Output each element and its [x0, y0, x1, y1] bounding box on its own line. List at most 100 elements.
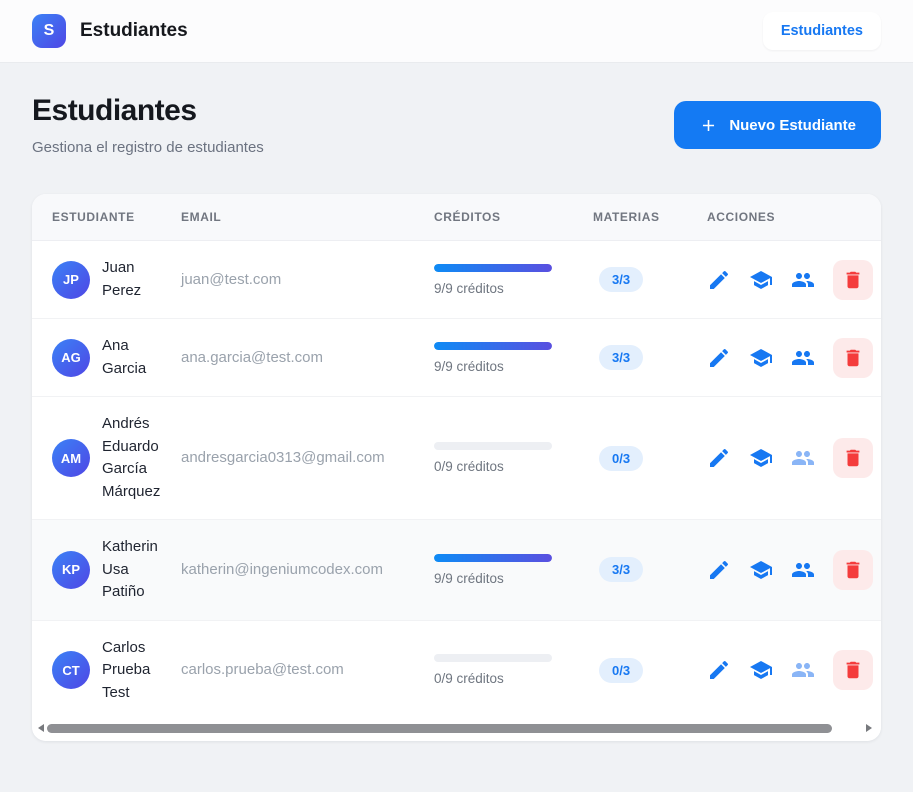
- actions-cell: [699, 260, 873, 300]
- credits-cell: 9/9 créditos: [434, 554, 593, 586]
- email-cell: ana.garcia@test.com: [181, 349, 434, 367]
- credits-label: 0/9 créditos: [434, 671, 593, 686]
- trash-icon: [842, 447, 864, 469]
- subjects-cell: 3/3: [593, 267, 699, 292]
- subjects-button[interactable]: [749, 346, 773, 370]
- delete-button[interactable]: [833, 650, 873, 690]
- actions-cell: [699, 650, 873, 690]
- graduation-cap-icon: [749, 558, 773, 582]
- credits-cell: 9/9 créditos: [434, 342, 593, 374]
- scrollbar-right-arrow-icon[interactable]: [866, 724, 872, 732]
- subjects-button[interactable]: [749, 268, 773, 292]
- student-cell: KP Katherin Usa Patiño: [32, 536, 181, 604]
- subjects-cell: 0/3: [593, 446, 699, 471]
- student-email: carlos.prueba@test.com: [181, 661, 344, 678]
- edit-button[interactable]: [707, 268, 731, 292]
- credits-label: 9/9 créditos: [434, 359, 593, 374]
- group-button[interactable]: [791, 346, 815, 370]
- credits-progress-fill: [434, 554, 552, 562]
- subjects-cell: 0/3: [593, 658, 699, 683]
- credits-progress-bar: [434, 554, 552, 562]
- avatar: AM: [52, 439, 90, 477]
- credits-progress-fill: [434, 342, 552, 350]
- subjects-badge: 3/3: [599, 557, 643, 582]
- subjects-cell: 3/3: [593, 557, 699, 582]
- group-button[interactable]: [791, 446, 815, 470]
- credits-progress-bar: [434, 654, 552, 662]
- new-student-button-label: Nuevo Estudiante: [729, 117, 856, 134]
- credits-label: 9/9 créditos: [434, 571, 593, 586]
- delete-button[interactable]: [833, 338, 873, 378]
- trash-icon: [842, 269, 864, 291]
- table-header-row: ESTUDIANTE EMAIL CRÉDITOS MATERIAS ACCIO…: [32, 194, 881, 241]
- credits-cell: 9/9 créditos: [434, 264, 593, 296]
- graduation-cap-icon: [749, 658, 773, 682]
- table-row: AG Ana Garcia ana.garcia@test.com 9/9 cr…: [32, 318, 881, 396]
- graduation-cap-icon: [749, 268, 773, 292]
- new-student-button[interactable]: Nuevo Estudiante: [674, 101, 881, 149]
- credits-progress-bar: [434, 342, 552, 350]
- page-title: Estudiantes: [32, 94, 264, 128]
- students-table-card: ESTUDIANTE EMAIL CRÉDITOS MATERIAS ACCIO…: [32, 194, 881, 741]
- credits-progress-bar: [434, 442, 552, 450]
- scrollbar-left-arrow-icon[interactable]: [38, 724, 44, 732]
- actions-cell: [699, 438, 873, 478]
- page-header: Estudiantes Gestiona el registro de estu…: [32, 94, 881, 156]
- edit-button[interactable]: [707, 658, 731, 682]
- horizontal-scrollbar[interactable]: [32, 720, 881, 741]
- table-row: AM Andrés Eduardo García Márquez andresg…: [32, 396, 881, 519]
- subjects-button[interactable]: [749, 558, 773, 582]
- subjects-badge: 3/3: [599, 345, 643, 370]
- student-cell: AM Andrés Eduardo García Márquez: [32, 413, 181, 503]
- student-name: Andrés Eduardo García Márquez: [102, 413, 174, 503]
- student-name: Juan Perez: [102, 257, 174, 302]
- column-header-actions: ACCIONES: [699, 210, 873, 224]
- group-button[interactable]: [791, 558, 815, 582]
- subjects-button[interactable]: [749, 446, 773, 470]
- group-button[interactable]: [791, 658, 815, 682]
- column-header-subjects: MATERIAS: [593, 210, 699, 224]
- delete-button[interactable]: [833, 438, 873, 478]
- table-row: JP Juan Perez juan@test.com 9/9 créditos…: [32, 241, 881, 318]
- avatar-initials: CT: [62, 663, 79, 678]
- pencil-icon: [707, 558, 731, 582]
- trash-icon: [842, 659, 864, 681]
- logo-letter: S: [44, 22, 55, 40]
- student-cell: JP Juan Perez: [32, 257, 181, 302]
- main-content: Estudiantes Gestiona el registro de estu…: [0, 63, 913, 741]
- credits-label: 9/9 créditos: [434, 281, 593, 296]
- people-icon: [791, 658, 815, 682]
- trash-icon: [842, 559, 864, 581]
- student-name: Carlos Prueba Test: [102, 637, 174, 705]
- credits-label: 0/9 créditos: [434, 459, 593, 474]
- scrollbar-thumb[interactable]: [47, 724, 832, 733]
- page-header-text: Estudiantes Gestiona el registro de estu…: [32, 94, 264, 156]
- trash-icon: [842, 347, 864, 369]
- student-email: ana.garcia@test.com: [181, 349, 323, 366]
- credits-cell: 0/9 créditos: [434, 654, 593, 686]
- avatar: CT: [52, 651, 90, 689]
- edit-button[interactable]: [707, 446, 731, 470]
- student-email: katherin@ingeniumcodex.com: [181, 561, 383, 578]
- edit-button[interactable]: [707, 346, 731, 370]
- nav-estudiantes-button[interactable]: Estudiantes: [763, 12, 881, 50]
- pencil-icon: [707, 658, 731, 682]
- delete-button[interactable]: [833, 260, 873, 300]
- subjects-button[interactable]: [749, 658, 773, 682]
- brand-group: S Estudiantes: [32, 14, 188, 48]
- graduation-cap-icon: [749, 346, 773, 370]
- avatar: JP: [52, 261, 90, 299]
- email-cell: katherin@ingeniumcodex.com: [181, 561, 434, 579]
- edit-button[interactable]: [707, 558, 731, 582]
- credits-cell: 0/9 créditos: [434, 442, 593, 474]
- delete-button[interactable]: [833, 550, 873, 590]
- group-button[interactable]: [791, 268, 815, 292]
- table-body: JP Juan Perez juan@test.com 9/9 créditos…: [32, 241, 881, 720]
- student-cell: AG Ana Garcia: [32, 335, 181, 380]
- brand-title: Estudiantes: [80, 20, 188, 42]
- top-navbar: S Estudiantes Estudiantes: [0, 0, 913, 63]
- pencil-icon: [707, 268, 731, 292]
- people-icon: [791, 558, 815, 582]
- actions-cell: [699, 338, 873, 378]
- email-cell: carlos.prueba@test.com: [181, 661, 434, 679]
